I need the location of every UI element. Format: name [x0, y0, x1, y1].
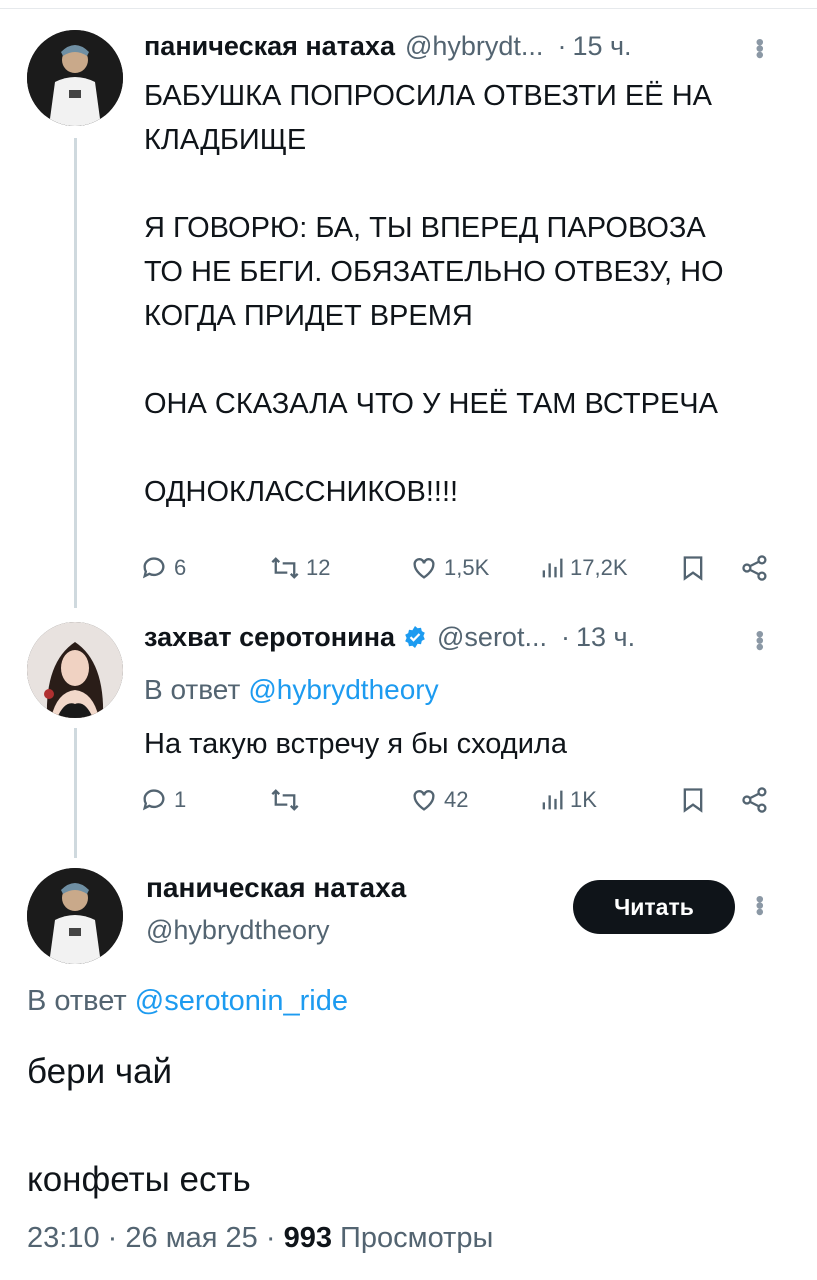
reply-prefix: В ответ: [27, 985, 127, 1017]
post-date[interactable]: 26 мая 25: [125, 1222, 257, 1254]
timestamp[interactable]: 15 ч.: [572, 31, 631, 62]
separator-dot: ·: [265, 1222, 276, 1254]
heart-icon: [413, 558, 435, 579]
views-count: 1K: [570, 787, 597, 812]
thread-line: [74, 728, 77, 858]
like-button[interactable]: 1,5K: [410, 548, 489, 588]
tweet-text-line: конфеты есть: [27, 1160, 251, 1199]
text-line: ОДНОКЛАССНИКОВ!!!!: [144, 476, 459, 508]
author-name[interactable]: захват серотонина: [144, 622, 395, 653]
bookmark-button[interactable]: [680, 780, 706, 820]
text-line: ОНА СКАЗАЛА ЧТО У НЕЁ ТАМ ВСТРЕЧА: [144, 388, 718, 420]
views-icon: [542, 790, 563, 810]
reply-prefix: В ответ: [144, 674, 241, 705]
author-name[interactable]: паническая натаха: [144, 31, 395, 62]
separator-dot: ·: [557, 30, 567, 61]
text-line: КОГДА ПРИДЕТ ВРЕМЯ: [144, 300, 473, 332]
timestamp[interactable]: 13 ч.: [576, 622, 635, 653]
reply-count: 1: [174, 787, 187, 812]
tweet-actions: 6 12 1,5K 17,2K: [140, 548, 780, 588]
like-button[interactable]: 42: [410, 780, 468, 820]
tweet-text-line: бери чай: [27, 1052, 173, 1091]
bookmark-button[interactable]: [680, 548, 706, 588]
more-options-icon[interactable]: •••: [745, 630, 773, 649]
bookmark-icon: [683, 788, 703, 813]
reply-icon: [142, 789, 165, 811]
share-button[interactable]: [740, 780, 770, 820]
thread-line: [74, 138, 77, 608]
share-icon: [742, 555, 767, 581]
heart-icon: [413, 790, 435, 811]
share-button[interactable]: [740, 548, 770, 588]
tweet-actions: 1 42 1K: [140, 780, 780, 820]
author-handle[interactable]: @hybrydt...: [405, 31, 543, 62]
author-handle[interactable]: @serot...: [437, 622, 547, 653]
text-line: ТО НЕ БЕГИ. ОБЯЗАТЕЛЬНО ОТВЕЗУ, НО: [144, 256, 724, 288]
bookmark-icon: [683, 556, 703, 581]
separator-dot: ·: [560, 621, 570, 652]
post-time[interactable]: 23:10: [27, 1222, 100, 1254]
verified-badge-icon: [405, 626, 425, 648]
reply-handle-link[interactable]: @serotonin_ride: [135, 985, 348, 1017]
views-icon: [542, 558, 563, 578]
reply-handle-link[interactable]: @hybrydtheory: [248, 674, 438, 705]
views-label: Просмотры: [340, 1222, 494, 1254]
more-options-icon[interactable]: •••: [745, 895, 773, 914]
text-line: КЛАДБИЩЕ: [144, 124, 307, 156]
share-icon: [742, 787, 767, 813]
retweet-icon: [271, 789, 299, 811]
views-count: 17,2K: [570, 555, 628, 580]
reply-context: В ответ @hybrydtheory: [144, 668, 777, 712]
views-count: 993: [283, 1222, 332, 1254]
tweet-meta: 23:10 · 26 мая 25 · 993 Просмотры: [27, 1222, 493, 1255]
avatar[interactable]: [27, 622, 123, 718]
views-button[interactable]: 17,2K: [540, 548, 628, 588]
retweet-count: 12: [306, 555, 331, 580]
top-divider: [0, 8, 817, 9]
avatar[interactable]: [27, 868, 123, 964]
author-handle[interactable]: @hybrydtheory: [146, 915, 330, 946]
like-count: 1,5K: [444, 555, 490, 580]
retweet-button[interactable]: [270, 780, 300, 820]
retweet-button[interactable]: 12: [270, 548, 330, 588]
text-line: БАБУШКА ПОПРОСИЛА ОТВЕЗТИ ЕЁ НА: [144, 80, 712, 112]
like-count: 42: [444, 787, 469, 812]
avatar[interactable]: [27, 30, 123, 126]
views-button[interactable]: 1K: [540, 780, 597, 820]
more-options-icon[interactable]: •••: [745, 38, 773, 57]
follow-button[interactable]: Читать: [573, 880, 735, 934]
reply-button[interactable]: 6: [140, 548, 186, 588]
reply-count: 6: [174, 555, 187, 580]
retweet-icon: [271, 557, 299, 579]
tweet-text: На такую встречу я бы сходила: [144, 728, 567, 760]
tweet-text: БАБУШКА ПОПРОСИЛА ОТВЕЗТИ ЕЁ НА КЛАДБИЩЕ…: [144, 74, 777, 514]
text-line: Я ГОВОРЮ: БА, ТЫ ВПЕРЕД ПАРОВОЗА: [144, 212, 706, 244]
separator-dot: ·: [107, 1222, 118, 1254]
tweet-header: паническая натаха @hybrydt... · 15 ч.: [144, 26, 777, 66]
reply-context: В ответ @serotonin_ride: [27, 985, 348, 1018]
reply-button[interactable]: 1: [140, 780, 186, 820]
reply-icon: [142, 557, 165, 579]
tweet-header: захват серотонина @serot... · 13 ч.: [144, 617, 777, 657]
author-name[interactable]: паническая натаха: [146, 872, 406, 904]
